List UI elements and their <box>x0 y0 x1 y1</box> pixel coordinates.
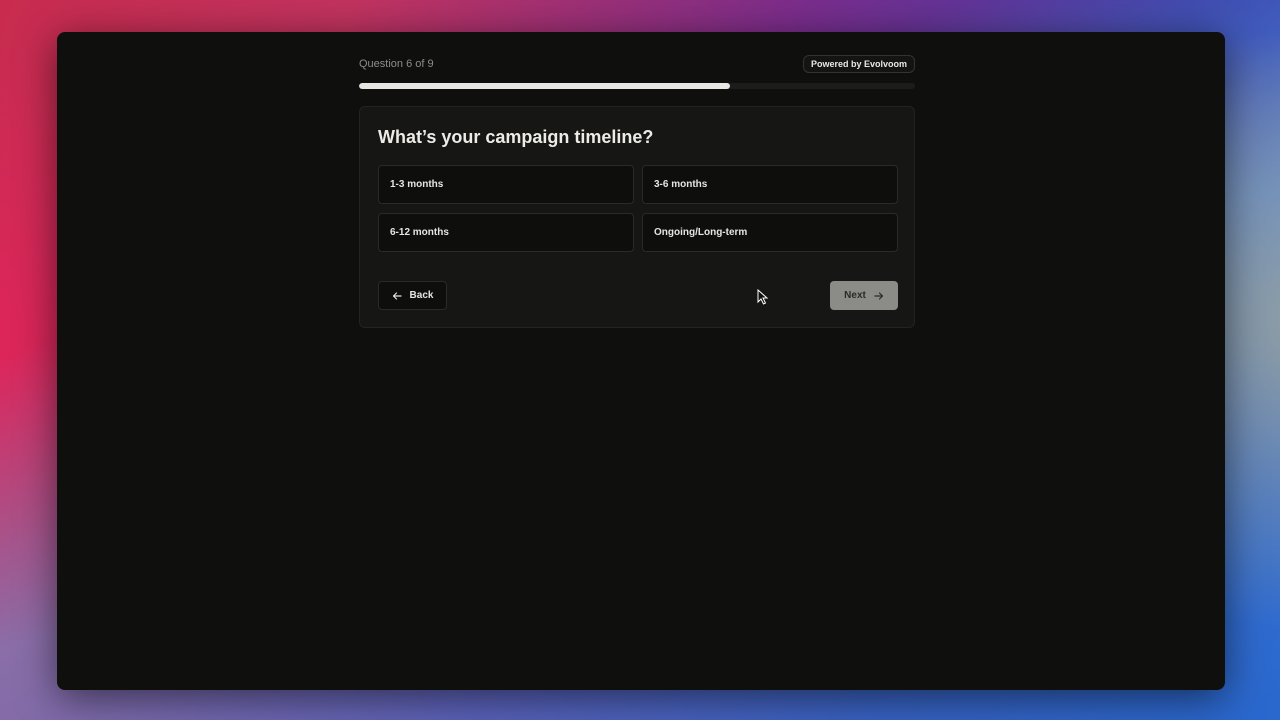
progress-bar <box>359 83 915 89</box>
option-6-12-months[interactable]: 6-12 months <box>378 213 634 252</box>
option-1-3-months[interactable]: 1-3 months <box>378 165 634 204</box>
back-button[interactable]: Back <box>378 281 447 310</box>
arrow-right-icon <box>874 291 883 300</box>
app-window: Question 6 of 9 Powered by Evolvoom What… <box>57 32 1225 690</box>
survey-header: Question 6 of 9 Powered by Evolvoom <box>359 32 915 78</box>
powered-by-badge[interactable]: Powered by Evolvoom <box>802 55 915 73</box>
question-counter: Question 6 of 9 <box>359 58 434 70</box>
question-title: What’s your campaign timeline? <box>378 127 654 147</box>
option-ongoing-long-term[interactable]: Ongoing/Long-term <box>642 213 898 252</box>
question-card: What’s your campaign timeline? 1-3 month… <box>359 106 915 328</box>
back-button-label: Back <box>409 290 434 301</box>
next-button[interactable]: Next <box>830 281 898 310</box>
next-button-label: Next <box>844 290 866 301</box>
arrow-left-icon <box>392 291 402 300</box>
option-3-6-months[interactable]: 3-6 months <box>642 165 898 204</box>
progress-bar-fill <box>359 83 730 89</box>
mouse-pointer-icon <box>757 289 769 305</box>
